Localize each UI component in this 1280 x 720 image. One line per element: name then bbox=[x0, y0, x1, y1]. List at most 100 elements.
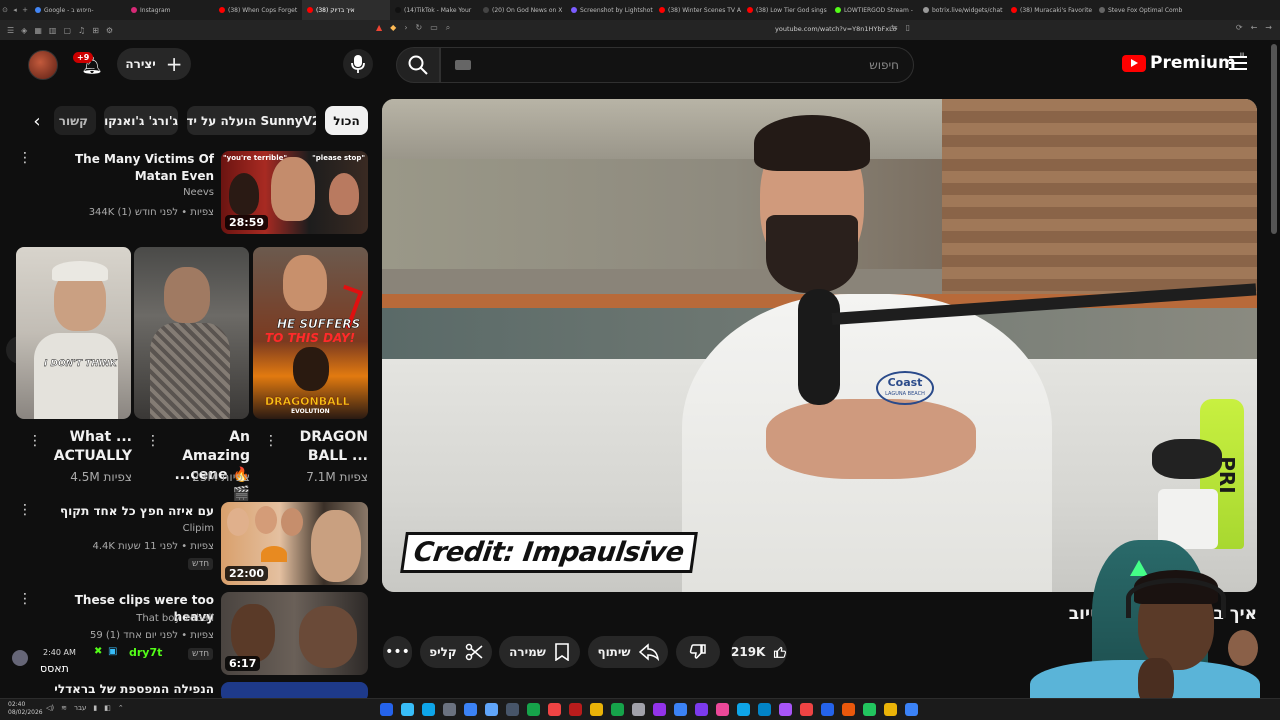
short-thumbnail-dragonball[interactable]: HE SUFFERS TO THIS DAY! DRAGONBALL EVOLU… bbox=[253, 247, 368, 419]
short-thumbnail-what-actually[interactable]: I DON'T THINK bbox=[16, 247, 131, 419]
video-title-2[interactable]: עם איזה חפץ כל אחד תקוף bbox=[40, 503, 214, 520]
browser-tab[interactable]: (38) איך בדיוק bbox=[302, 0, 390, 20]
browser-tab[interactable]: LOWTIERGOD Stream - bbox=[830, 0, 918, 20]
taskbar-app-icon[interactable] bbox=[548, 703, 561, 716]
short-title-amazing-scene[interactable]: An Amazing ...cene 🔥 🎬 bbox=[158, 428, 250, 504]
youtube-premium-logo[interactable]: Premium IL bbox=[1122, 52, 1246, 73]
browser-tab[interactable]: Steve Fox Optimal Combo bbox=[1094, 0, 1182, 20]
taskbar-app-icon[interactable] bbox=[443, 703, 456, 716]
window-icon[interactable]: ▢ bbox=[63, 26, 71, 35]
browser-tab[interactable]: Instagram bbox=[126, 0, 214, 20]
chip-uploaded-by[interactable]: הועלה על ידי SunnyV2 bbox=[187, 106, 316, 135]
brave-shield-icon[interactable]: ◆ bbox=[390, 23, 396, 33]
search-button[interactable] bbox=[396, 47, 440, 83]
tray-icon[interactable]: ◧ bbox=[104, 704, 111, 712]
browser-menu-icon[interactable]: ⊙ bbox=[0, 6, 10, 14]
taskbar-app-icon[interactable] bbox=[821, 703, 834, 716]
volume-icon[interactable]: ◁) bbox=[46, 704, 54, 712]
browser-new-tab-icon[interactable]: + bbox=[20, 6, 30, 14]
taskbar-app-icon[interactable] bbox=[422, 703, 435, 716]
taskbar-app-icon[interactable] bbox=[884, 703, 897, 716]
browser-tab[interactable]: (20) On God News on X bbox=[478, 0, 566, 20]
taskbar-app-icon[interactable] bbox=[401, 703, 414, 716]
share-button[interactable]: שיתוף bbox=[588, 636, 668, 668]
taskbar-app-icon[interactable] bbox=[506, 703, 519, 716]
video-menu-icon-3[interactable]: ⋮ bbox=[18, 592, 32, 606]
dislike-button[interactable] bbox=[676, 636, 720, 668]
short-menu-icon-2[interactable]: ⋮ bbox=[146, 434, 160, 448]
bookmark-icon[interactable]: ▯ bbox=[906, 23, 910, 32]
forward-icon[interactable]: › bbox=[404, 23, 407, 33]
search-input[interactable]: חיפוש bbox=[440, 47, 914, 83]
video-player[interactable]: Coast LAGUNA BEACH PRI bbox=[382, 99, 1257, 592]
refresh-icon[interactable]: ⟳ bbox=[1236, 23, 1243, 32]
video-thumbnail-1[interactable]: "you're terrible" "please stop" 28:59 bbox=[221, 151, 368, 234]
browser-tab[interactable]: Screenshot by Lightshot bbox=[566, 0, 654, 20]
video-title-4[interactable]: הנפילה המפספת של בראדלי מרטין bbox=[40, 681, 214, 698]
clip-button[interactable]: קליפ bbox=[420, 636, 492, 668]
wifi-icon[interactable]: ≋ bbox=[61, 704, 67, 712]
taskbar-app-icon[interactable] bbox=[716, 703, 729, 716]
chip-george-janko[interactable]: ג'ורג' ג'ואנקו bbox=[104, 106, 178, 135]
sidebar-icon[interactable]: ▥ bbox=[49, 26, 57, 35]
browser-tab[interactable]: (38) Low Tier God sings bbox=[742, 0, 830, 20]
more-actions-button[interactable]: ••• bbox=[383, 636, 412, 668]
browser-tab[interactable]: (38) Muracaki's Favorite bbox=[1006, 0, 1094, 20]
language-indicator[interactable]: עבר bbox=[74, 704, 86, 712]
video-channel-1[interactable]: Neevs bbox=[183, 185, 214, 201]
video-channel-2[interactable]: Clipim bbox=[183, 521, 214, 537]
browser-tab[interactable]: (38) When Cops Forget bbox=[214, 0, 302, 20]
video-menu-icon-1[interactable]: ⋮ bbox=[18, 151, 32, 165]
reload-icon[interactable]: ↻ bbox=[416, 23, 423, 33]
taskbar-app-icon[interactable] bbox=[842, 703, 855, 716]
screenshot-icon[interactable]: ▭ bbox=[430, 23, 438, 33]
music-icon[interactable]: ♫ bbox=[78, 26, 85, 35]
browser-back-tab-icon[interactable]: ◂ bbox=[10, 6, 20, 14]
video-title-1[interactable]: The Many Victims Of Matan Even bbox=[40, 151, 214, 185]
chip-all[interactable]: הכול bbox=[325, 106, 368, 135]
forward-arrow-icon[interactable]: → bbox=[1265, 23, 1272, 32]
translate-icon[interactable]: ⇆ bbox=[891, 23, 898, 32]
voice-search-button[interactable] bbox=[343, 49, 373, 79]
save-button[interactable]: שמירה bbox=[499, 636, 580, 668]
taskbar-app-icon[interactable] bbox=[611, 703, 624, 716]
taskbar-app-icon[interactable] bbox=[779, 703, 792, 716]
taskbar-clock[interactable]: 02:40 08/02/2026 bbox=[8, 701, 43, 717]
shield-icon[interactable]: ◈ bbox=[21, 26, 27, 35]
video-menu-icon-2[interactable]: ⋮ bbox=[18, 503, 32, 517]
tray-expand-icon[interactable]: ⌃ bbox=[118, 704, 124, 712]
keyboard-icon[interactable] bbox=[455, 60, 471, 70]
like-button[interactable]: 219K bbox=[731, 636, 787, 668]
taskbar-app-icon[interactable] bbox=[380, 703, 393, 716]
chip-related[interactable]: קשור bbox=[54, 106, 96, 135]
page-scrollbar[interactable] bbox=[1271, 44, 1277, 234]
taskbar-app-icon[interactable] bbox=[590, 703, 603, 716]
video-channel-3[interactable]: That boy 2oball bbox=[136, 611, 214, 627]
taskbar-app-icon[interactable] bbox=[695, 703, 708, 716]
back-arrow-icon[interactable]: ← bbox=[1251, 23, 1258, 32]
short-title-what-actually[interactable]: What ... ACTUALLY bbox=[40, 428, 132, 466]
taskbar-app-icon[interactable] bbox=[905, 703, 918, 716]
short-thumbnail-amazing-scene[interactable] bbox=[134, 247, 249, 419]
video-thumbnail-3[interactable]: 6:17 bbox=[221, 592, 368, 675]
taskbar-app-icon[interactable] bbox=[485, 703, 498, 716]
url-text[interactable]: youtube.com/watch?v=Y8n1HYbFxLo bbox=[775, 25, 897, 33]
short-menu-icon-1[interactable]: ⋮ bbox=[264, 434, 278, 448]
extensions-icon[interactable]: ⚙ bbox=[106, 26, 113, 35]
taskbar-app-icon[interactable] bbox=[863, 703, 876, 716]
taskbar-app-icon[interactable] bbox=[569, 703, 582, 716]
taskbar-app-icon[interactable] bbox=[800, 703, 813, 716]
short-title-dragonball[interactable]: DRAGON BALL ... bbox=[276, 428, 368, 466]
site-search-icon[interactable]: ⌕ bbox=[446, 23, 450, 33]
browser-tab[interactable]: (38) Winter Scenes TV A bbox=[654, 0, 742, 20]
guide-menu-icon[interactable] bbox=[1229, 56, 1247, 70]
taskbar-app-icon[interactable] bbox=[737, 703, 750, 716]
taskbar-app-icon[interactable] bbox=[674, 703, 687, 716]
browser-tab[interactable]: botrix.live/widgets/chat bbox=[918, 0, 1006, 20]
chips-prev-arrow-icon[interactable]: ‹ bbox=[24, 108, 50, 134]
user-avatar[interactable] bbox=[28, 50, 58, 80]
taskbar-app-icon[interactable] bbox=[653, 703, 666, 716]
battery-icon[interactable]: ▮ bbox=[93, 704, 97, 712]
tabs-icon[interactable]: ▦ bbox=[34, 26, 42, 35]
video-thumbnail-2[interactable]: 22:00 bbox=[221, 502, 368, 585]
